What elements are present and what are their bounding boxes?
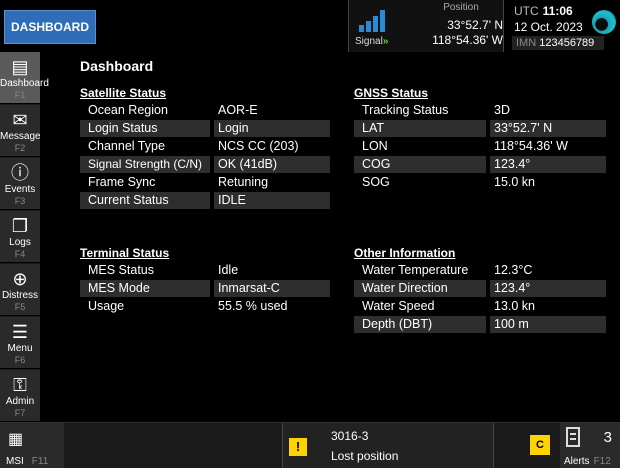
- time-panel: UTC 11:06 12 Oct. 2023 IMN 123456789: [506, 0, 620, 52]
- sidebar: ▤ Dashboard F1 ✉ Message F2 ⓘ Events F3 …: [0, 52, 49, 422]
- table-row: Ocean Region AOR-E: [88, 103, 258, 117]
- dashboard-main: Dashboard Satellite Status Ocean Region …: [64, 52, 620, 422]
- table-row: Frame Sync Retuning: [88, 175, 269, 189]
- table-row: Current Status IDLE: [80, 192, 336, 209]
- top-bar: DASHBOARD Signal» Position 33°52.7' N 11…: [0, 0, 620, 52]
- alert-code: 3016-3: [331, 429, 369, 443]
- alerts-label: Alerts F12: [564, 456, 611, 467]
- table-row: MES Mode Inmarsat-C: [80, 280, 336, 297]
- table-row: Login Status Login: [80, 120, 336, 137]
- signal-label: Signal»: [355, 36, 389, 47]
- msi-button[interactable]: ▦ MSI F11: [0, 423, 64, 468]
- page-title: Dashboard: [80, 58, 154, 74]
- dashboard-button[interactable]: DASHBOARD: [4, 10, 96, 44]
- position-longitude: 118°54.36' W: [432, 33, 503, 47]
- sidebar-item-message[interactable]: ✉ Message F2: [0, 105, 41, 157]
- table-row: Water Speed 13.0 kn: [362, 299, 536, 313]
- table-row: Water Temperature 12.3°C: [362, 263, 533, 277]
- gnss-status-heading: GNSS Status: [354, 86, 429, 100]
- alert-message: Lost position: [331, 449, 399, 463]
- sidebar-item-menu[interactable]: ☰ Menu F6: [0, 317, 40, 369]
- sidebar-item-logs[interactable]: ❐ Logs F4: [0, 211, 40, 263]
- position-panel: Signal» Position 33°52.7' N 118°54.36' W: [348, 0, 504, 52]
- info-icon: ⓘ: [11, 163, 29, 183]
- msi-icon: ▦: [8, 431, 24, 448]
- date: 12 Oct. 2023: [514, 20, 583, 34]
- lifebuoy-icon: ⊕: [12, 269, 28, 289]
- admin-icon: ⚿: [13, 375, 27, 395]
- table-row: SOG 15.0 kn: [362, 175, 536, 189]
- table-row: Signal Strength (C/N) OK (41dB): [80, 156, 336, 173]
- alerts-count: 3: [603, 429, 612, 446]
- table-row: Channel Type NCS CC (203): [88, 139, 299, 153]
- dashboard-icon: ▤: [11, 57, 29, 77]
- table-row: LAT 33°52.7' N: [354, 120, 610, 137]
- alerts-button[interactable]: 3 Alerts F12: [560, 423, 620, 468]
- position-latitude: 33°52.7' N: [447, 18, 503, 32]
- table-row: COG 123.4°: [354, 156, 610, 173]
- signal-arrow-icon: »: [382, 36, 389, 47]
- table-row: Water Direction 123.4°: [354, 280, 610, 297]
- table-row: LON 118°54.36' W: [362, 139, 568, 153]
- logs-icon: ❐: [11, 216, 29, 236]
- warning-icon: !: [289, 438, 307, 456]
- table-row: Usage 55.5 % used: [88, 299, 288, 313]
- table-row: Tracking Status 3D: [362, 103, 510, 117]
- msi-label: MSI F11: [6, 456, 49, 467]
- sidebar-item-dashboard[interactable]: ▤ Dashboard F1: [0, 52, 49, 104]
- imn: IMN 123456789: [512, 36, 604, 50]
- active-alert[interactable]: ! 3016-3 Lost position: [282, 423, 494, 468]
- mail-icon: ✉: [12, 110, 28, 130]
- terminal-status-heading: Terminal Status: [80, 246, 170, 260]
- utc-time: UTC 11:06: [514, 4, 573, 18]
- sidebar-item-events[interactable]: ⓘ Events F3: [0, 158, 40, 210]
- sidebar-item-distress[interactable]: ⊕ Distress F5: [0, 264, 40, 316]
- table-row: Depth (DBT) 100 m: [354, 316, 610, 333]
- position-title: Position: [443, 2, 479, 13]
- alert-list-icon: [566, 427, 580, 447]
- other-information-heading: Other Information: [354, 246, 456, 260]
- signal-strength-icon: [359, 10, 385, 32]
- brand-logo-icon: [592, 10, 616, 34]
- alert-category-badge: C: [530, 435, 550, 455]
- satellite-status-heading: Satellite Status: [80, 86, 167, 100]
- sidebar-item-admin[interactable]: ⚿ Admin F7: [0, 370, 40, 422]
- bottom-bar: ▦ MSI F11 ! 3016-3 Lost position C 3 Aler…: [0, 422, 620, 468]
- menu-icon: ☰: [11, 322, 29, 342]
- table-row: MES Status Idle: [88, 263, 239, 277]
